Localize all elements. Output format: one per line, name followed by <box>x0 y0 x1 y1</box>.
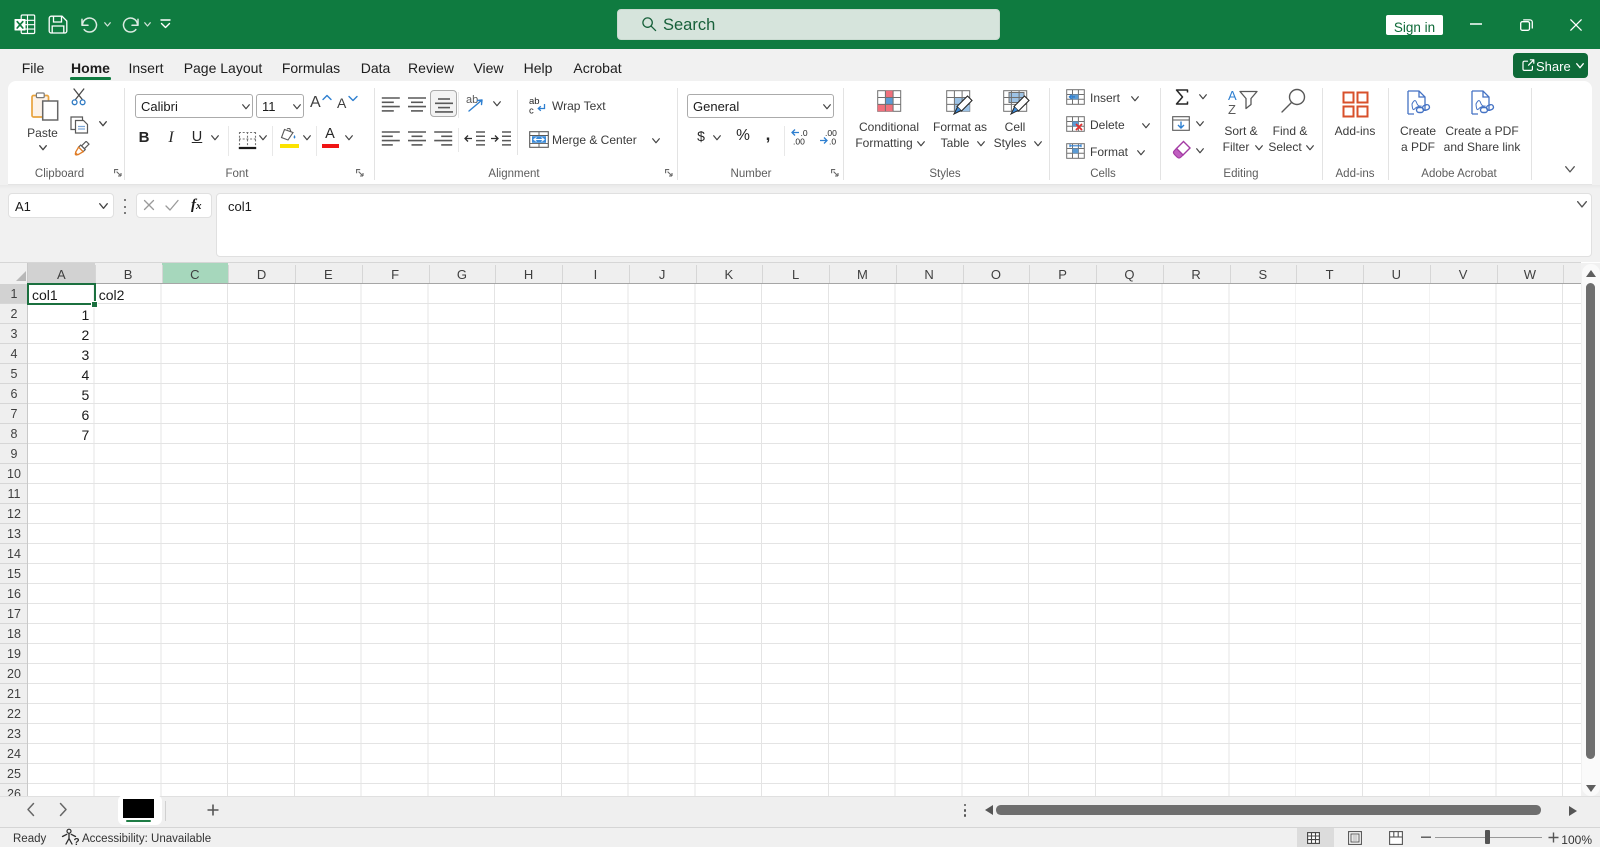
svg-text:c: c <box>529 106 534 116</box>
svg-text:A: A <box>1228 88 1237 103</box>
svg-text:?: ? <box>74 837 80 846</box>
svg-text:.0: .0 <box>829 137 836 146</box>
svg-text:Z: Z <box>1228 102 1236 117</box>
svg-text:.00: .00 <box>793 137 805 146</box>
